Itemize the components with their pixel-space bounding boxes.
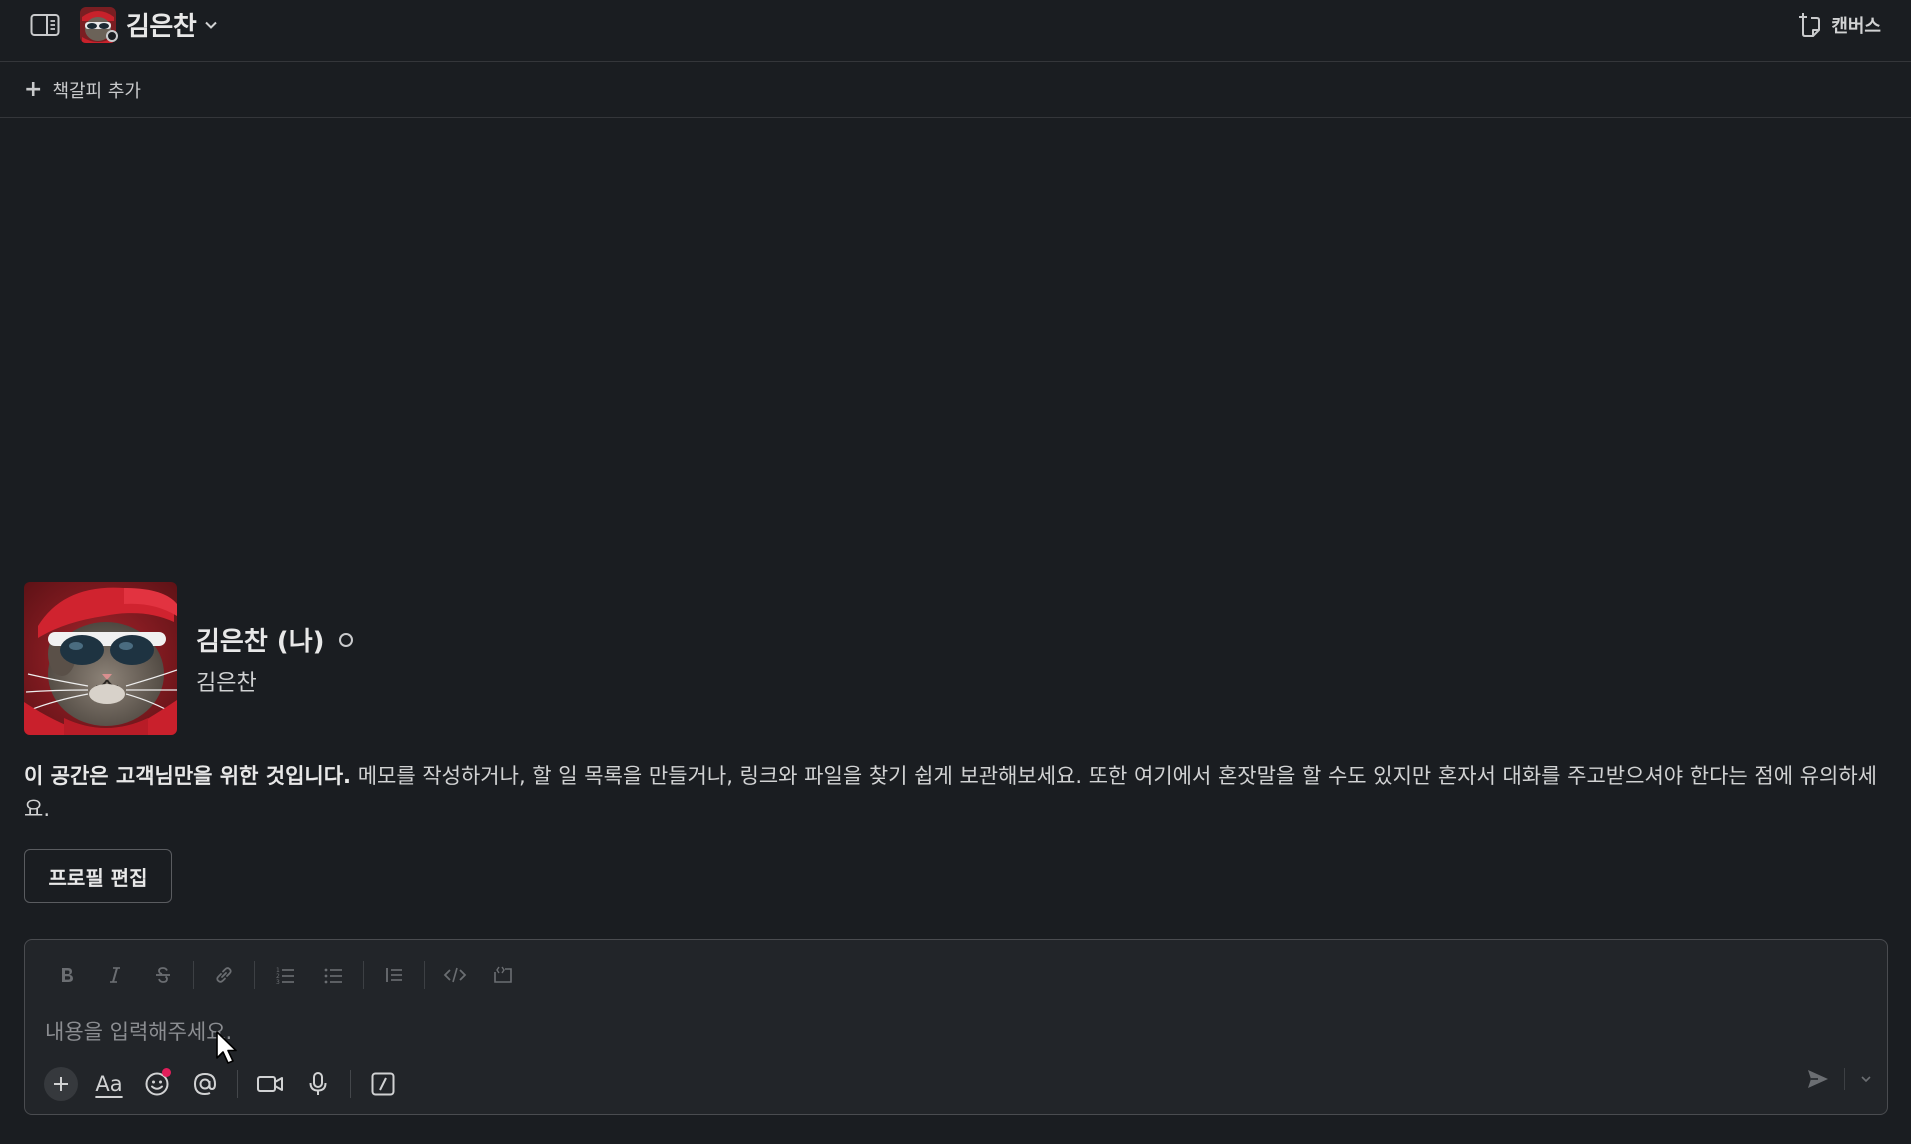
toolbar-divider xyxy=(350,1070,351,1098)
toolbar-divider xyxy=(237,1070,238,1098)
link-icon[interactable] xyxy=(200,955,248,995)
code-icon[interactable] xyxy=(431,955,479,995)
message-input[interactable] xyxy=(43,1012,1843,1052)
send-button[interactable] xyxy=(1806,1068,1830,1090)
profile-name-row: 김은찬 (나) xyxy=(196,621,353,658)
chevron-down-icon xyxy=(205,21,217,29)
notification-dot xyxy=(162,1068,171,1077)
slash-command-button[interactable] xyxy=(359,1062,407,1106)
toolbar-divider xyxy=(193,961,194,989)
ordered-list-icon[interactable]: 123 xyxy=(261,955,309,995)
video-icon xyxy=(257,1076,283,1092)
intro-text-bold: 이 공간은 고객님만을 위한 것입니다. xyxy=(24,764,352,788)
bulleted-list-icon[interactable] xyxy=(309,955,357,995)
chevron-down-icon xyxy=(1861,1076,1871,1083)
format-toolbar: 123 xyxy=(43,954,527,996)
channel-title-button[interactable]: 김은찬 xyxy=(80,6,218,43)
add-bookmark-button[interactable]: + 책갈피 추가 xyxy=(24,77,141,103)
plus-icon: + xyxy=(24,77,43,102)
italic-icon[interactable] xyxy=(91,955,139,995)
canvas-icon xyxy=(1799,13,1821,37)
video-clip-button[interactable] xyxy=(246,1062,294,1106)
text-format-button[interactable]: Aa xyxy=(85,1062,133,1106)
text-format-icon: Aa xyxy=(95,1072,123,1096)
toolbar-divider xyxy=(424,961,425,989)
intro-text: 이 공간은 고객님만을 위한 것입니다. 메모를 작성하거나, 할 일 목록을 … xyxy=(24,760,1884,826)
strikethrough-icon[interactable] xyxy=(139,955,187,995)
attach-button[interactable] xyxy=(37,1062,85,1106)
toolbar-divider xyxy=(363,961,364,989)
bold-icon[interactable] xyxy=(43,955,91,995)
mention-icon xyxy=(193,1072,217,1096)
emoji-button[interactable] xyxy=(133,1062,181,1106)
toolbar-divider xyxy=(254,961,255,989)
edit-profile-button[interactable]: 프로필 편집 xyxy=(24,849,172,903)
microphone-icon xyxy=(309,1072,327,1095)
send-area xyxy=(1806,1068,1873,1090)
toolbar-divider xyxy=(1844,1068,1845,1090)
send-icon xyxy=(1808,1070,1828,1088)
add-bookmark-label: 책갈피 추가 xyxy=(52,81,141,102)
top-bar: 김은찬 캔버스 xyxy=(0,0,1911,62)
svg-text:3: 3 xyxy=(276,979,280,986)
audio-clip-button[interactable] xyxy=(294,1062,342,1106)
profile-photo[interactable] xyxy=(24,582,177,735)
canvas-label: 캔버스 xyxy=(1831,16,1881,37)
channel-name: 김은찬 xyxy=(126,12,197,42)
profile-display-name[interactable]: 김은찬 (나) xyxy=(196,621,325,658)
composer-action-bar: Aa xyxy=(37,1062,407,1106)
code-block-icon[interactable] xyxy=(479,955,527,995)
profile-username: 김은찬 xyxy=(196,671,257,696)
sidebar-toggle-icon[interactable] xyxy=(30,13,60,37)
blockquote-icon[interactable] xyxy=(370,955,418,995)
bookmark-bar: + 책갈피 추가 xyxy=(0,62,1911,118)
slash-command-icon xyxy=(371,1072,395,1096)
mention-button[interactable] xyxy=(181,1062,229,1106)
send-options-button[interactable] xyxy=(1859,1072,1873,1086)
plus-icon xyxy=(44,1067,78,1101)
message-composer: 123 Aa xyxy=(24,939,1888,1115)
canvas-button[interactable]: 캔버스 xyxy=(1797,9,1881,41)
presence-status-icon xyxy=(106,30,118,42)
presence-status-icon xyxy=(338,632,353,647)
